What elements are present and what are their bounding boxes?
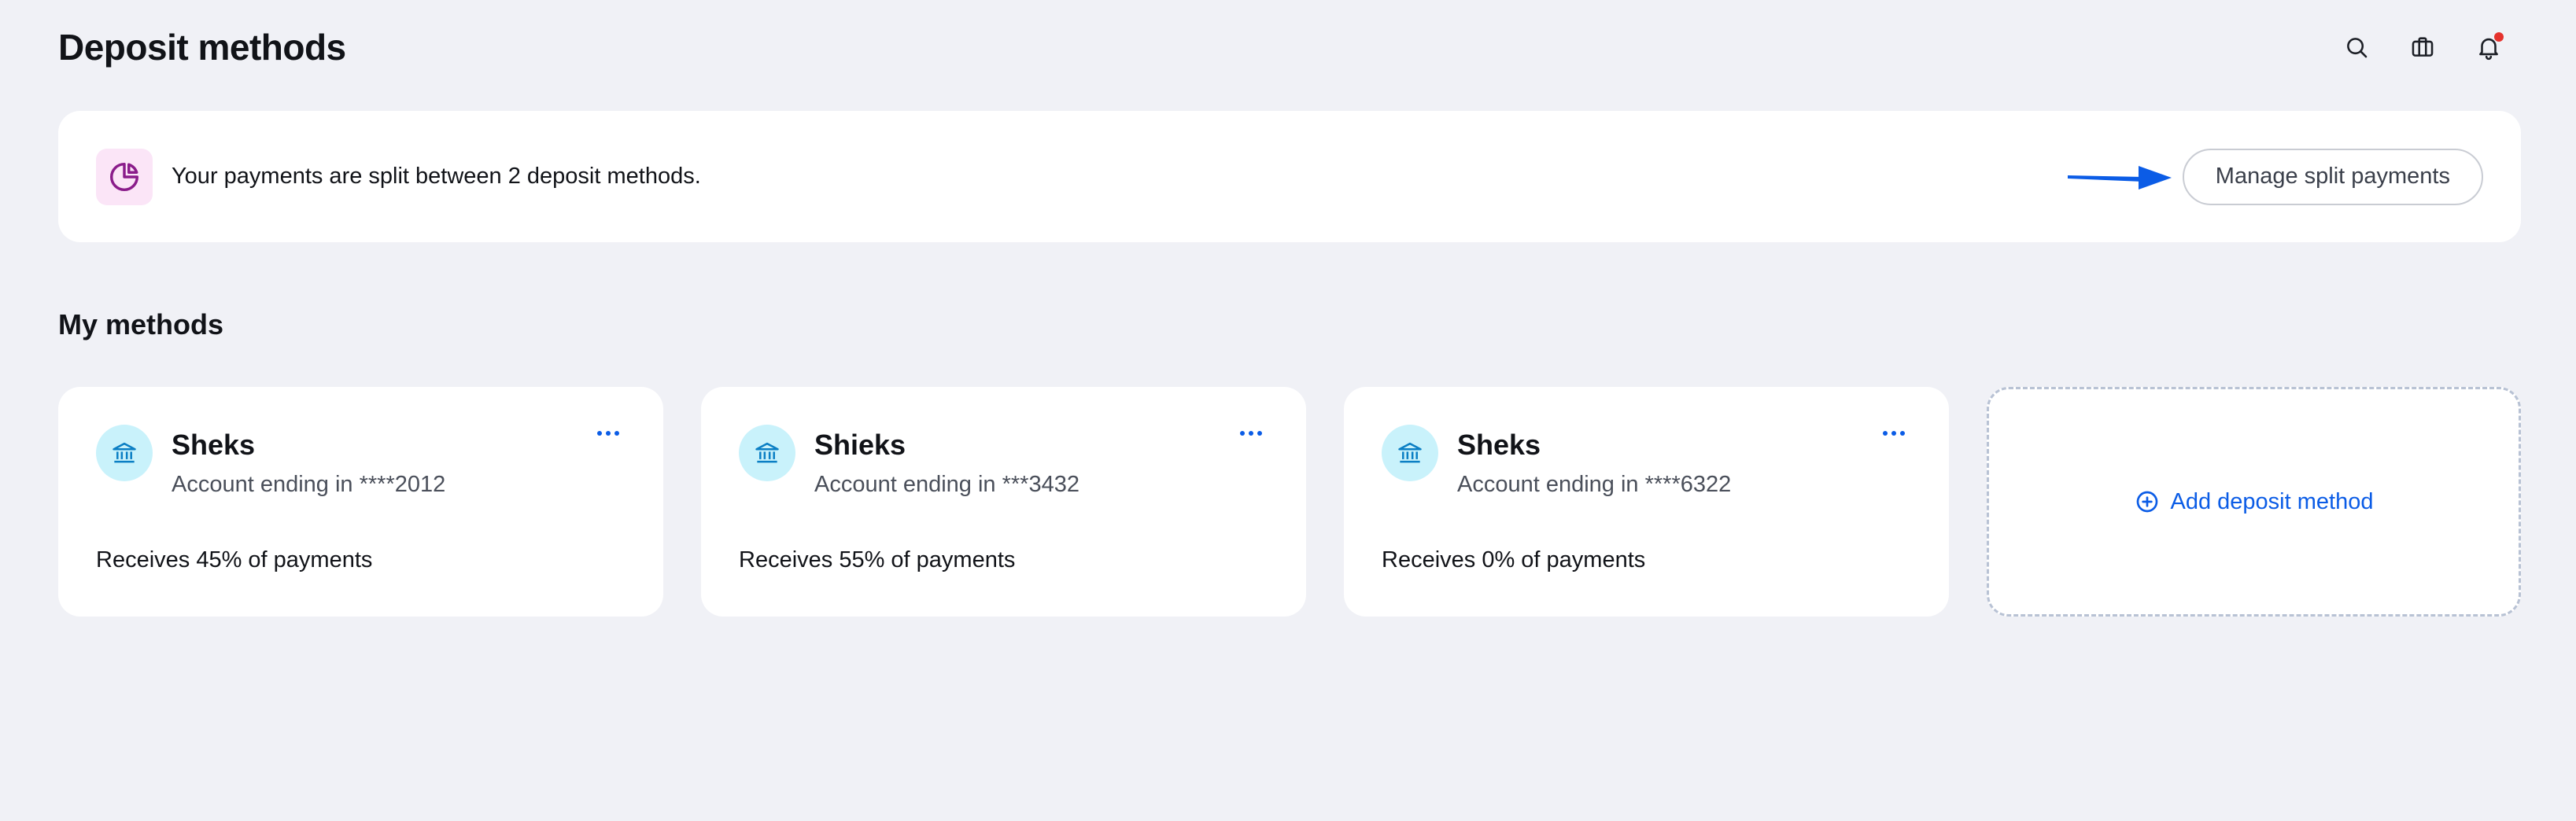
bank-icon [755, 442, 779, 463]
method-share: Receives 0% of payments [1382, 547, 1646, 572]
method-account: Account ending in ****2012 [172, 472, 446, 497]
search-button[interactable] [2340, 31, 2373, 64]
more-horizontal-icon [597, 431, 619, 436]
briefcase-icon [2412, 37, 2434, 57]
method-account: Account ending in ****6322 [1457, 472, 1732, 497]
more-options-button[interactable] [1235, 422, 1267, 445]
method-share: Receives 55% of payments [739, 547, 1016, 572]
manage-split-payments-button[interactable]: Manage split payments [2182, 148, 2483, 205]
banner-icon-tile [96, 148, 153, 205]
page-header: Deposit methods [58, 19, 2518, 75]
method-name: Shieks [814, 429, 906, 461]
bank-icon [113, 442, 136, 463]
notification-dot [2494, 32, 2504, 42]
deposit-method-card[interactable]: Sheks Account ending in ****2012 Receive… [58, 387, 663, 617]
notifications-button[interactable] [2472, 31, 2505, 64]
method-account: Account ending in ***3432 [814, 472, 1079, 497]
page-title: Deposit methods [58, 27, 346, 68]
bank-avatar [96, 425, 153, 481]
section-title: My methods [58, 308, 224, 341]
deposit-method-card[interactable]: Sheks Account ending in ****6322 Receive… [1344, 387, 1949, 617]
arrow-annotation-icon [2067, 165, 2172, 190]
more-horizontal-icon [1240, 431, 1262, 436]
bank-avatar [1382, 425, 1438, 481]
methods-list: Sheks Account ending in ****2012 Receive… [58, 387, 2521, 617]
header-actions [2340, 31, 2505, 64]
add-deposit-method-button[interactable]: Add deposit method [1987, 387, 2521, 617]
pie-chart-icon [110, 162, 139, 191]
more-options-button[interactable] [1878, 422, 1910, 445]
search-icon [2347, 38, 2367, 58]
method-share: Receives 45% of payments [96, 547, 373, 572]
deposit-methods-page: Deposit methods Your payments are split … [0, 0, 2576, 821]
split-payments-banner: Your payments are split between 2 deposi… [58, 111, 2521, 242]
bank-avatar [739, 425, 795, 481]
bank-icon [1398, 442, 1422, 463]
plus-circle-icon [2136, 491, 2157, 513]
more-options-button[interactable] [592, 422, 624, 445]
deposit-method-card[interactable]: Shieks Account ending in ***3432 Receive… [701, 387, 1306, 617]
method-name: Sheks [1457, 429, 1541, 461]
method-name: Sheks [172, 429, 256, 461]
add-deposit-method-label: Add deposit method [2170, 488, 2374, 514]
more-horizontal-icon [1883, 431, 1905, 436]
briefcase-button[interactable] [2406, 31, 2439, 64]
banner-text: Your payments are split between 2 deposi… [172, 164, 701, 189]
